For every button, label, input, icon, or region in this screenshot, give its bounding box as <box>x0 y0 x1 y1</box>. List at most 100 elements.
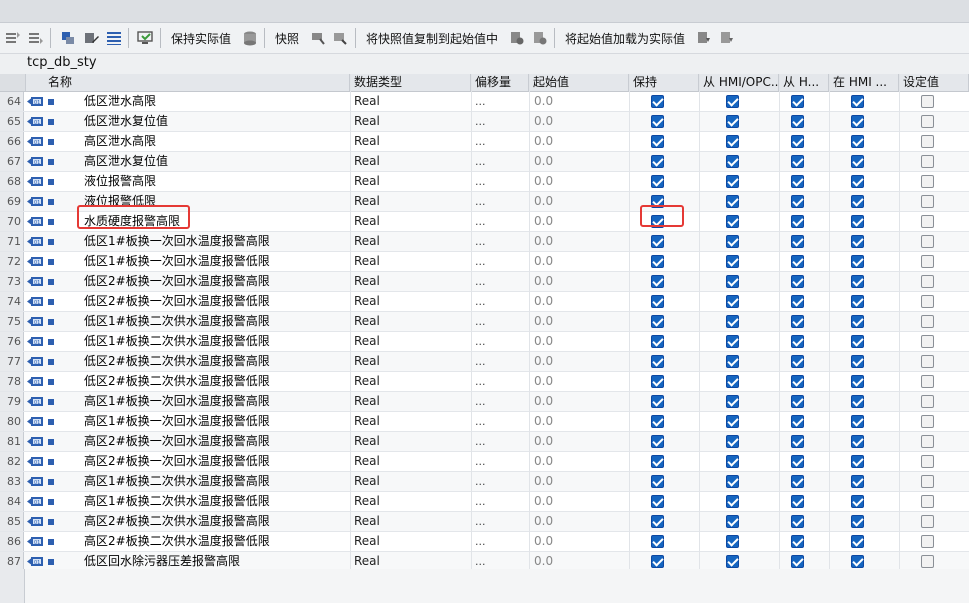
hmi-opc-checkbox[interactable] <box>726 315 739 328</box>
data-type[interactable]: Real <box>354 332 469 351</box>
from-h-checkbox[interactable] <box>791 375 804 388</box>
data-type[interactable]: Real <box>354 192 469 211</box>
setpoint-checkbox[interactable] <box>921 215 934 228</box>
setpoint-checkbox[interactable] <box>921 535 934 548</box>
setpoint-checkbox[interactable] <box>921 115 934 128</box>
tag-name[interactable]: 低区1#板换一次回水温度报警高限 <box>84 232 349 251</box>
tag-name[interactable]: 低区2#板换二次供水温度报警高限 <box>84 352 349 371</box>
retain-checkbox[interactable] <box>651 115 664 128</box>
data-type[interactable]: Real <box>354 532 469 551</box>
setpoint-checkbox[interactable] <box>921 235 934 248</box>
setpoint-checkbox[interactable] <box>921 295 934 308</box>
retain-checkbox[interactable] <box>651 475 664 488</box>
in-hmi-checkbox[interactable] <box>851 455 864 468</box>
load-icon[interactable] <box>694 28 714 48</box>
setpoint-checkbox[interactable] <box>921 395 934 408</box>
tag-name[interactable]: 低区2#板换一次回水温度报警低限 <box>84 292 349 311</box>
retain-checkbox[interactable] <box>651 375 664 388</box>
add-row-icon[interactable] <box>26 28 46 48</box>
hmi-opc-checkbox[interactable] <box>726 455 739 468</box>
hmi-opc-checkbox[interactable] <box>726 495 739 508</box>
retain-checkbox[interactable] <box>651 95 664 108</box>
setpoint-checkbox[interactable] <box>921 475 934 488</box>
table-row[interactable]: 82 01 高区2#板换一次回水温度报警低限 Real... 0.0 <box>0 452 969 472</box>
from-h-checkbox[interactable] <box>791 175 804 188</box>
database-icon[interactable] <box>240 28 260 48</box>
data-type[interactable]: Real <box>354 412 469 431</box>
from-h-checkbox[interactable] <box>791 235 804 248</box>
in-hmi-checkbox[interactable] <box>851 255 864 268</box>
hmi-opc-checkbox[interactable] <box>726 155 739 168</box>
hmi-opc-checkbox[interactable] <box>726 435 739 448</box>
setpoint-checkbox[interactable] <box>921 255 934 268</box>
in-hmi-checkbox[interactable] <box>851 235 864 248</box>
hmi-opc-checkbox[interactable] <box>726 415 739 428</box>
in-hmi-checkbox[interactable] <box>851 395 864 408</box>
hmi-opc-checkbox[interactable] <box>726 115 739 128</box>
in-hmi-checkbox[interactable] <box>851 495 864 508</box>
hmi-opc-checkbox[interactable] <box>726 555 739 568</box>
table-row[interactable]: 84 01 高区1#板换二次供水温度报警低限 Real... 0.0 <box>0 492 969 512</box>
start-value[interactable]: 0.0 <box>534 132 624 151</box>
from-h-checkbox[interactable] <box>791 495 804 508</box>
in-hmi-checkbox[interactable] <box>851 135 864 148</box>
retain-checkbox[interactable] <box>651 455 664 468</box>
tag-name[interactable]: 高区泄水复位值 <box>84 152 349 171</box>
tag-name[interactable]: 低区1#板换二次供水温度报警低限 <box>84 332 349 351</box>
start-value[interactable]: 0.0 <box>534 152 624 171</box>
hmi-opc-checkbox[interactable] <box>726 135 739 148</box>
snapshot-compare-icon[interactable] <box>331 28 351 48</box>
tag-name[interactable]: 高区1#板换一次回水温度报警高限 <box>84 392 349 411</box>
copy-snapshot-button[interactable]: 将快照值复制到起始值中 <box>360 30 504 47</box>
table-row[interactable]: 86 01 高区2#板换二次供水温度报警低限 Real... 0.0 <box>0 532 969 552</box>
header-hmi-opc[interactable]: 从 HMI/OPC... <box>699 74 779 91</box>
in-hmi-checkbox[interactable] <box>851 275 864 288</box>
header-name[interactable]: 名称 <box>44 74 350 91</box>
retain-checkbox[interactable] <box>651 395 664 408</box>
from-h-checkbox[interactable] <box>791 195 804 208</box>
in-hmi-checkbox[interactable] <box>851 175 864 188</box>
hmi-opc-checkbox[interactable] <box>726 215 739 228</box>
hmi-opc-checkbox[interactable] <box>726 95 739 108</box>
tag-name[interactable]: 低区泄水复位值 <box>84 112 349 131</box>
start-value[interactable]: 0.0 <box>534 472 624 491</box>
start-value[interactable]: 0.0 <box>534 232 624 251</box>
retain-checkbox[interactable] <box>651 515 664 528</box>
start-value[interactable]: 0.0 <box>534 492 624 511</box>
data-type[interactable]: Real <box>354 392 469 411</box>
header-start-value[interactable]: 起始值 <box>529 74 629 91</box>
data-type[interactable]: Real <box>354 112 469 131</box>
in-hmi-checkbox[interactable] <box>851 515 864 528</box>
table-row[interactable]: 85 01 高区2#板换二次供水温度报警高限 Real... 0.0 <box>0 512 969 532</box>
copy-all-icon[interactable] <box>530 28 550 48</box>
table-row[interactable]: 83 01 高区1#板换二次供水温度报警高限 Real... 0.0 <box>0 472 969 492</box>
in-hmi-checkbox[interactable] <box>851 215 864 228</box>
table-row[interactable]: 67 01 高区泄水复位值 Real... 0.0 <box>0 152 969 172</box>
retain-checkbox[interactable] <box>651 315 664 328</box>
tag-name[interactable]: 低区1#板换一次回水温度报警低限 <box>84 252 349 271</box>
retain-checkbox[interactable] <box>651 135 664 148</box>
from-h-checkbox[interactable] <box>791 255 804 268</box>
snapshot-button[interactable]: 快照 <box>269 30 305 47</box>
in-hmi-checkbox[interactable] <box>851 295 864 308</box>
data-type[interactable]: Real <box>354 452 469 471</box>
tag-name[interactable]: 低区2#板换二次供水温度报警低限 <box>84 372 349 391</box>
table-row[interactable]: 79 01 高区1#板换一次回水温度报警高限 Real... 0.0 <box>0 392 969 412</box>
hmi-opc-checkbox[interactable] <box>726 355 739 368</box>
tag-name[interactable]: 高区2#板换二次供水温度报警高限 <box>84 512 349 531</box>
from-h-checkbox[interactable] <box>791 435 804 448</box>
header-retain[interactable]: 保持 <box>629 74 699 91</box>
retain-checkbox[interactable] <box>651 335 664 348</box>
tag-name[interactable]: 高区1#板换二次供水温度报警高限 <box>84 472 349 491</box>
from-h-checkbox[interactable] <box>791 455 804 468</box>
from-h-checkbox[interactable] <box>791 515 804 528</box>
data-type[interactable]: Real <box>354 352 469 371</box>
data-type[interactable]: Real <box>354 372 469 391</box>
retain-checkbox[interactable] <box>651 495 664 508</box>
start-value[interactable]: 0.0 <box>534 312 624 331</box>
header-datatype[interactable]: 数据类型 <box>350 74 471 91</box>
setpoint-checkbox[interactable] <box>921 555 934 568</box>
start-value[interactable]: 0.0 <box>534 92 624 111</box>
insert-row-icon[interactable] <box>3 28 23 48</box>
in-hmi-checkbox[interactable] <box>851 475 864 488</box>
